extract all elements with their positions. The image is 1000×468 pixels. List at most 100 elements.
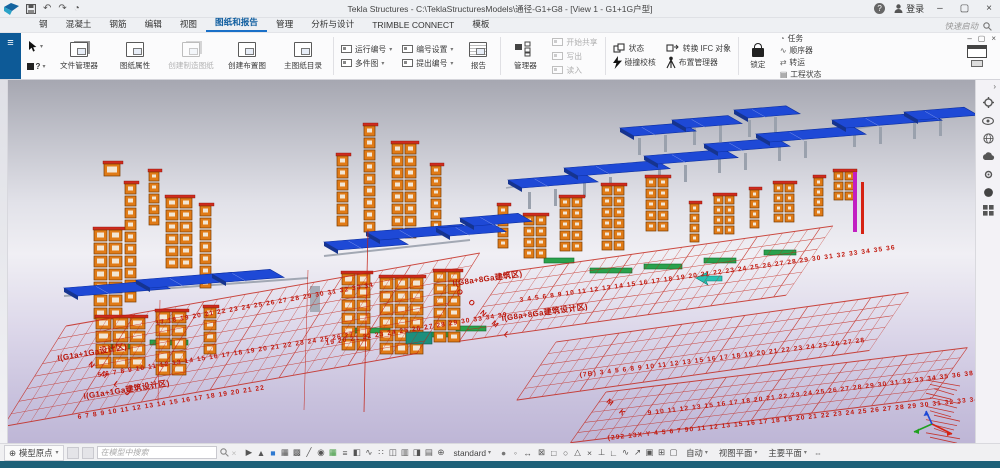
select-switch-filter-icon[interactable]: ■ [267,446,278,459]
properties-panel-icon[interactable] [981,96,995,109]
model-origin-dropdown[interactable]: ⊕ 模型原点 ▾ [4,445,64,461]
select-switch-objects-icon[interactable]: ▤ [423,446,434,459]
select-switch-points-icon[interactable]: ⊕ [435,446,446,459]
quick-launch-search[interactable]: 快速启动 [945,20,1000,32]
auto-dropdown[interactable]: 自动▾ [682,445,712,461]
view-restore-button[interactable]: ▢ [978,34,986,43]
drawing-properties-button[interactable]: 图纸属性 [107,33,163,79]
help-icon[interactable]: ? [874,3,885,14]
issue-numbering-button[interactable]: 提出编号▾ [402,58,453,69]
history-icon[interactable]: ◔ [74,3,80,15]
apps-panel-icon[interactable] [981,204,995,217]
tab-6[interactable]: 图纸和报告 [206,14,267,32]
snap-extension-icon[interactable]: ↗ [632,446,643,459]
snap-reference-points-icon[interactable]: ⊠ [536,446,547,459]
snap-grid-icon[interactable]: ⊞ [656,446,667,459]
lock-icon [752,48,764,57]
select-switch-cuts-icon[interactable]: ▥ [399,446,410,459]
master-drawing-catalog-button[interactable]: 主图纸目录 [275,33,331,79]
view-window-icon[interactable] [967,45,987,58]
docking-icon[interactable] [971,60,983,67]
select-switch-grid-icon[interactable]: ▦ [327,446,338,459]
select-switch-gridline-icon[interactable]: ≡ [339,446,350,459]
report-button[interactable]: 报告 [458,33,498,79]
snap-triangle-icon[interactable]: △ [572,446,583,459]
tab-9[interactable]: TRIMBLE CONNECT [363,18,463,32]
select-switch-surfaces-icon[interactable]: ◉ [315,446,326,459]
side-panel-expander[interactable]: › [993,82,1000,91]
redo-icon[interactable]: ↷ [58,3,66,15]
numbering-status-icon[interactable]: ● [498,446,509,459]
tab-10[interactable]: 模板 [463,16,498,32]
model-search-icon[interactable] [220,448,229,457]
minimize-button[interactable]: – [933,3,947,14]
lock-button[interactable]: 锁定 [741,33,775,79]
select-cursor-button[interactable]: ▾ [29,41,43,52]
globe-panel-icon[interactable] [981,132,995,145]
snap-perpendicular-icon[interactable]: ⊥ [596,446,607,459]
document-manager-button[interactable]: 文件管理器 [51,33,107,79]
select-switch-components-icon[interactable]: ▦ [279,446,290,459]
view-close-button[interactable]: × [991,34,996,43]
standard-filter-dropdown[interactable]: standard▾ [449,446,495,460]
select-switch-views-icon[interactable]: ◨ [411,446,422,459]
lotting-button[interactable]: ⇄转运 [780,57,822,68]
maximize-button[interactable]: ▢ [956,3,973,14]
multi-drawing-button[interactable]: 多件图▾ [341,58,392,69]
model-view-canvas[interactable]: 17 18 19 20 21 22 23 24 25 26 27 28 29 3… [8,80,975,443]
sequencer-button[interactable]: ∿顺序器 [780,45,822,56]
tab-3[interactable]: 钢筋 [100,16,135,32]
undo-icon[interactable]: ↶ [43,3,51,15]
snap-cross-icon[interactable]: × [584,446,595,459]
snap-free-icon[interactable]: ▢ [668,446,679,459]
clear-search-icon[interactable]: × [232,448,237,458]
tab-5[interactable]: 视图 [171,16,206,32]
file-menu-button[interactable]: ≡ [0,33,21,79]
snap-wave-icon[interactable]: ∿ [620,446,631,459]
layout-manager-button[interactable]: 布置管理器 [666,56,731,69]
model-search-input[interactable] [97,446,217,459]
inquiry-tool-button[interactable]: ? ▾ [27,62,46,71]
gear-panel-icon[interactable] [981,168,995,181]
numbering-settings-button[interactable]: 编号设置▾ [402,44,453,55]
coordinate-lock-button[interactable] [67,447,79,459]
select-switch-assemblies-icon[interactable]: ▩ [291,446,302,459]
cloud-panel-icon[interactable] [981,150,995,163]
run-numbering-button[interactable]: 运行编号▾ [341,44,392,55]
save-icon[interactable] [26,4,36,14]
main-plane-dropdown[interactable]: 主要平面▾ [764,445,811,461]
snap-nearest-icon[interactable]: ▣ [644,446,655,459]
snap-circle-icon[interactable]: ○ [560,446,571,459]
tab-2[interactable]: 混凝土 [57,16,101,32]
select-switch-welds-icon[interactable]: ∿ [363,446,374,459]
tab-1[interactable]: 钢 [30,16,57,32]
create-layout-drawing-button[interactable]: 创建布置图 [219,33,275,79]
tab-4[interactable]: 编辑 [136,16,171,32]
project-status-button[interactable]: ▤工程状态 [780,69,822,80]
tasks-button[interactable]: ◔任务 [780,33,822,44]
eye-panel-icon[interactable] [981,114,995,127]
ortho-button[interactable] [82,447,94,459]
close-button[interactable]: × [982,3,996,14]
clash-check-button[interactable]: 碰撞校核 [613,56,656,69]
convert-ifc-button[interactable]: 转换 IFC 对象 [666,43,731,54]
sphere-panel-icon[interactable] [981,186,995,199]
select-switch-bolts-icon[interactable]: ∷ [375,446,386,459]
view-plane-dropdown[interactable]: 视图平面▾ [715,445,762,461]
measure-icon[interactable]: ↔ [522,446,533,459]
login-button[interactable]: 登录 [894,2,924,15]
view-minimize-button[interactable]: – [967,34,971,43]
more-status-icon[interactable]: ⇔ [814,448,822,458]
manager-button[interactable]: 管理器 [503,33,547,79]
select-switch-all-icon[interactable]: ▶ [243,446,254,459]
select-switch-rebar-icon[interactable]: ◫ [387,446,398,459]
phase-toggle-icon[interactable]: ◦ [510,446,521,459]
status-button[interactable]: 状态 [613,43,656,54]
select-switch-parts-icon[interactable]: ╱ [303,446,314,459]
snap-geometry-icon[interactable]: □ [548,446,559,459]
snap-angle-icon[interactable]: ∟ [608,446,619,459]
select-switch-area-icon[interactable]: ▲ [255,446,266,459]
tab-7[interactable]: 管理 [267,16,302,32]
tab-8[interactable]: 分析与设计 [302,16,363,32]
select-switch-planes-icon[interactable]: ◧ [351,446,362,459]
